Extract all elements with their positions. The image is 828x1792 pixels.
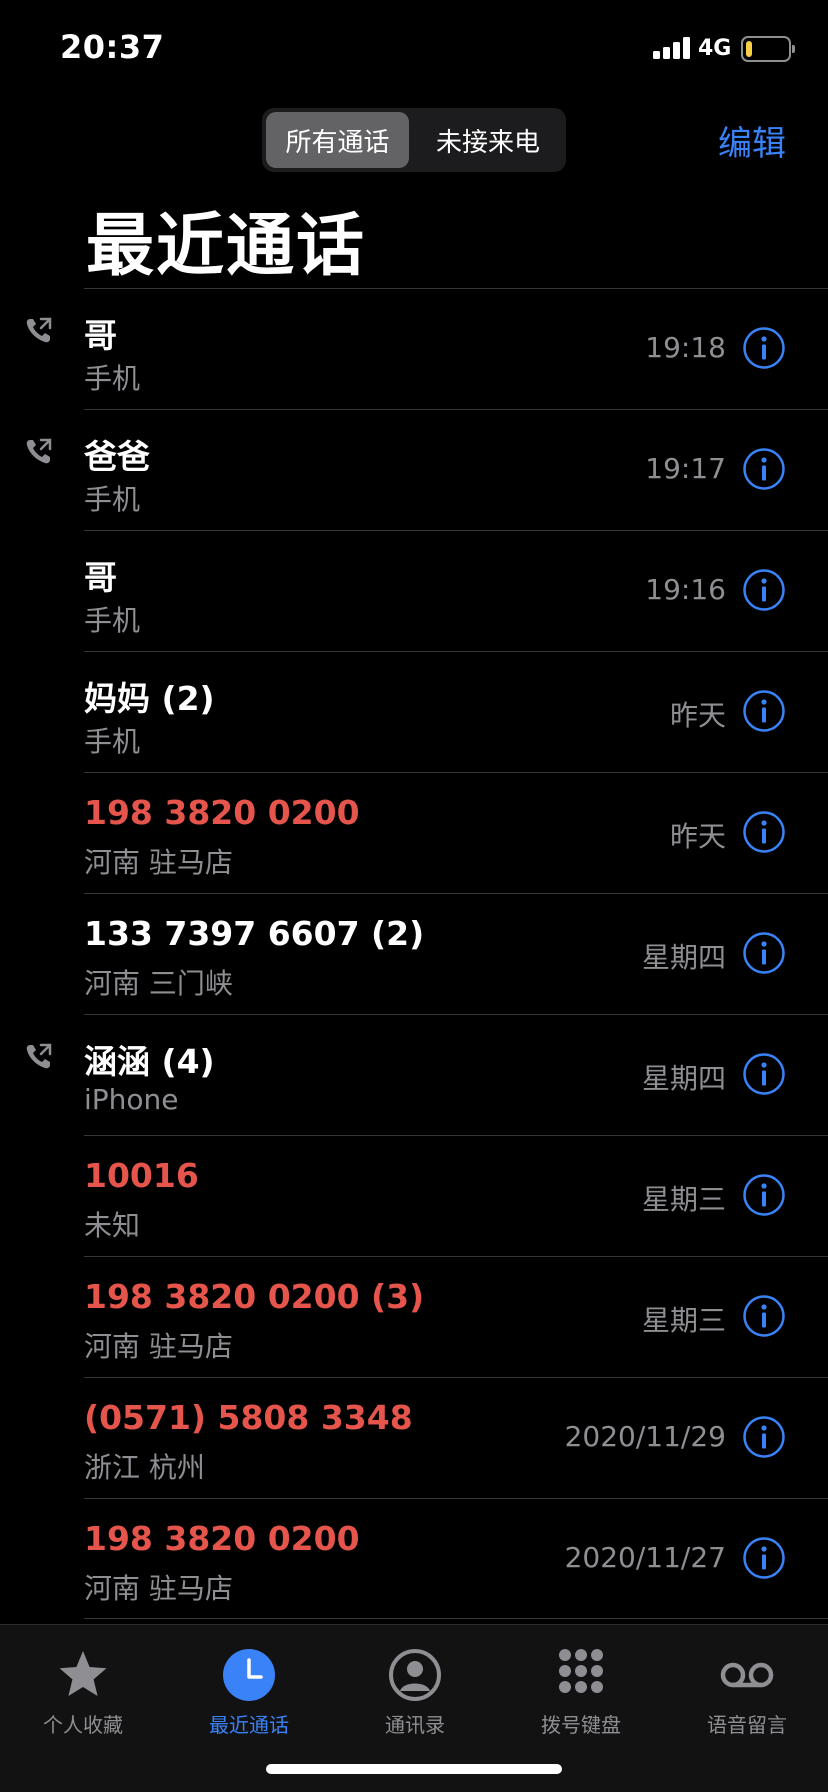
info-icon[interactable] <box>742 1052 786 1096</box>
caller-label: 浙江 杭州 <box>84 1451 205 1484</box>
call-time: 2020/11/29 <box>564 1420 726 1453</box>
caller-label: iPhone <box>84 1083 179 1116</box>
info-icon[interactable] <box>742 568 786 612</box>
call-time: 19:17 <box>645 452 726 485</box>
cellular-signal-icon <box>653 37 691 59</box>
caller-label: 河南 三门峡 <box>84 967 233 1000</box>
call-row[interactable]: 哥手机 19:16 <box>84 530 828 651</box>
outgoing-call-icon <box>26 1043 52 1069</box>
info-icon[interactable] <box>742 1536 786 1580</box>
tab-label: 语音留言 <box>707 1713 787 1737</box>
call-row[interactable]: 哥手机 19:18 <box>26 288 828 409</box>
calls-filter-segmented-control: 所有通话 未接来电 <box>262 108 566 172</box>
tab-keypad[interactable]: 拨号键盘 <box>498 1637 664 1747</box>
tab-favorites[interactable]: 个人收藏 <box>0 1637 166 1747</box>
info-icon[interactable] <box>742 447 786 491</box>
call-time: 19:16 <box>645 573 726 606</box>
caller-label: 未知 <box>84 1209 141 1242</box>
caller-label: 手机 <box>84 604 141 637</box>
caller-label: 手机 <box>84 725 141 758</box>
info-icon[interactable] <box>742 1415 786 1459</box>
info-icon[interactable] <box>742 326 786 370</box>
call-row[interactable]: 198 3820 0200 (3) 河南 驻马店 星期三 <box>84 1256 828 1377</box>
info-icon[interactable] <box>742 1173 786 1217</box>
call-row[interactable]: 涵涵 (4) iPhone 星期四 <box>26 1014 828 1135</box>
caller-name: 妈妈 (2) <box>84 679 215 718</box>
info-icon[interactable] <box>742 1294 786 1338</box>
call-row[interactable]: 198 3820 0200 河南 驻马店 昨天 <box>84 772 828 893</box>
tab-recents[interactable]: 最近通话 <box>166 1637 332 1747</box>
info-icon[interactable] <box>742 810 786 854</box>
call-row[interactable]: 10016 未知 星期三 <box>84 1135 828 1256</box>
call-row[interactable]: 198 3820 0200 河南 驻马店 2020/11/27 <box>84 1498 828 1619</box>
call-time: 昨天 <box>669 699 726 732</box>
person-circle-icon <box>389 1649 441 1701</box>
battery-icon <box>741 36 795 62</box>
call-time: 昨天 <box>669 820 726 853</box>
star-icon <box>59 1651 107 1696</box>
call-time: 星期三 <box>641 1183 726 1216</box>
call-row[interactable]: (0571) 5808 3348 浙江 杭州 2020/11/29 <box>84 1377 828 1498</box>
caller-label: 河南 驻马店 <box>84 1330 233 1363</box>
tab-contacts[interactable]: 通讯录 <box>332 1637 498 1747</box>
info-icon[interactable] <box>742 689 786 733</box>
caller-name: 爸爸 <box>84 437 150 476</box>
tab-label: 个人收藏 <box>43 1713 123 1737</box>
segment-all-calls[interactable]: 所有通话 <box>266 112 409 168</box>
tab-label: 最近通话 <box>209 1713 289 1737</box>
keypad-icon <box>559 1649 603 1693</box>
call-time: 2020/11/27 <box>564 1541 726 1574</box>
caller-name: 哥 <box>84 316 117 355</box>
tab-label: 拨号键盘 <box>541 1713 621 1737</box>
page-title: 最近通话 <box>86 207 367 286</box>
caller-label: 手机 <box>84 362 141 395</box>
status-time: 20:37 <box>60 28 165 66</box>
voicemail-icon <box>720 1662 774 1688</box>
call-row[interactable]: 妈妈 (2) 手机 昨天 <box>84 651 828 772</box>
clock-icon <box>223 1649 275 1701</box>
status-bar: 20:37 4G <box>0 0 828 100</box>
tab-voicemail[interactable]: 语音留言 <box>664 1637 828 1747</box>
tab-label: 通讯录 <box>385 1713 445 1737</box>
call-time: 星期四 <box>641 1062 726 1095</box>
info-icon[interactable] <box>742 931 786 975</box>
outgoing-call-icon <box>26 438 52 464</box>
outgoing-call-icon <box>26 317 52 343</box>
battery-level-fill <box>746 41 752 57</box>
caller-label: 手机 <box>84 483 141 516</box>
caller-name: 198 3820 0200 (3) <box>84 1277 425 1316</box>
caller-name: 198 3820 0200 <box>84 793 360 832</box>
caller-label: 河南 驻马店 <box>84 846 233 879</box>
call-row[interactable]: 爸爸手机 19:17 <box>26 409 828 530</box>
caller-label: 河南 驻马店 <box>84 1572 233 1605</box>
segment-missed-calls[interactable]: 未接来电 <box>414 112 562 168</box>
caller-name: 10016 <box>84 1156 199 1195</box>
call-time: 星期四 <box>641 941 726 974</box>
caller-name: 198 3820 0200 <box>84 1519 360 1558</box>
caller-name: 哥 <box>84 558 117 597</box>
edit-button[interactable]: 编辑 <box>718 116 786 165</box>
home-indicator <box>266 1764 562 1774</box>
caller-name: 涵涵 (4) <box>84 1042 215 1081</box>
call-time: 星期三 <box>641 1304 726 1337</box>
call-row[interactable]: 133 7397 6607 (2) 河南 三门峡 星期四 <box>84 893 828 1014</box>
recent-calls-list: 哥手机 19:18 爸爸 手机 19:17 哥手机 19:16 妈妈 (2) 手机 昨天 198 3… <box>0 288 828 1619</box>
caller-name: 133 7397 6607 (2) <box>84 914 425 953</box>
network-type: 4G <box>698 36 732 61</box>
call-time: 19:18 <box>645 331 726 364</box>
caller-name: (0571) 5808 3348 <box>84 1398 413 1437</box>
